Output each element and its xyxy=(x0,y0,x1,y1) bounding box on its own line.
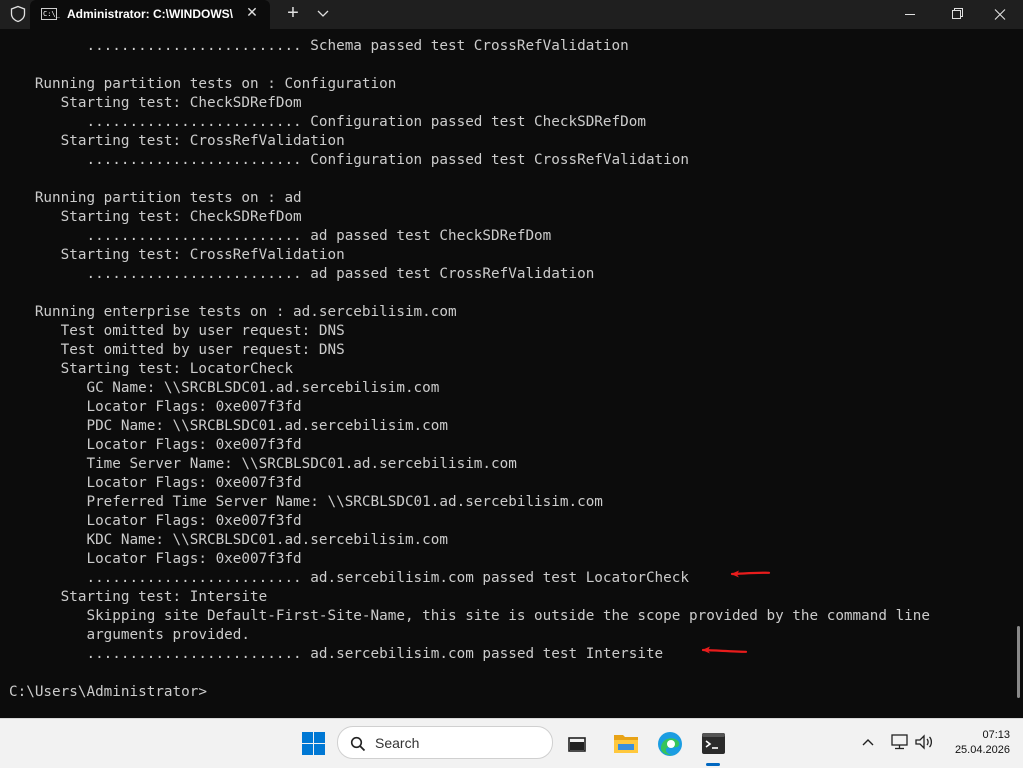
system-clock[interactable]: 07:13 25.04.2026 xyxy=(948,728,1010,758)
console-line: Test omitted by user request: DNS xyxy=(9,342,345,358)
close-window-button[interactable] xyxy=(977,0,1023,29)
console-line: ......................... ad.sercebilisi… xyxy=(9,570,689,586)
console-line: Locator Flags: 0xe007f3fd xyxy=(9,551,302,567)
chevron-down-icon[interactable] xyxy=(315,6,331,20)
close-tab-button[interactable]: ✕ xyxy=(244,4,260,21)
clock-time: 07:13 xyxy=(982,729,1010,741)
console-line: Starting test: CrossRefValidation xyxy=(9,247,345,263)
console-line: Starting test: LocatorCheck xyxy=(9,361,294,377)
taskbar: Search 07:13 25.04.2026 xyxy=(0,718,1023,768)
active-app-indicator xyxy=(706,763,720,766)
tab-title: Administrator: C:\WINDOWS\ xyxy=(67,7,233,21)
console-output[interactable]: ......................... Schema passed … xyxy=(0,29,1016,718)
console-line: arguments provided. xyxy=(9,627,251,643)
console-line: GC Name: \\SRCBLSDC01.ad.sercebilisim.co… xyxy=(9,380,440,396)
minimize-button[interactable] xyxy=(887,0,933,29)
task-view-icon[interactable] xyxy=(567,733,591,755)
volume-icon[interactable] xyxy=(914,733,934,751)
new-tab-button[interactable]: + xyxy=(285,2,301,25)
maximize-button[interactable] xyxy=(933,0,979,29)
console-line: ......................... Configuration … xyxy=(9,114,646,130)
console-line: Starting test: CheckSDRefDom xyxy=(9,95,302,111)
scrollbar[interactable] xyxy=(1017,626,1020,698)
title-bar: C:\_ Administrator: C:\WINDOWS\ ✕ + xyxy=(0,0,1023,29)
console-line: Locator Flags: 0xe007f3fd xyxy=(9,475,302,491)
console-line: Starting test: CrossRefValidation xyxy=(9,133,345,149)
console-line: Locator Flags: 0xe007f3fd xyxy=(9,513,302,529)
console-line: Locator Flags: 0xe007f3fd xyxy=(9,437,302,453)
console-line: Time Server Name: \\SRCBLSDC01.ad.serceb… xyxy=(9,456,517,472)
shield-icon[interactable] xyxy=(9,5,27,23)
console-line: KDC Name: \\SRCBLSDC01.ad.sercebilisim.c… xyxy=(9,532,448,548)
console-line: Preferred Time Server Name: \\SRCBLSDC01… xyxy=(9,494,603,510)
terminal-app-icon[interactable] xyxy=(701,732,726,755)
console-line: Running partition tests on : Configurati… xyxy=(9,76,397,92)
console-line: Test omitted by user request: DNS xyxy=(9,323,345,339)
console-line: Starting test: CheckSDRefDom xyxy=(9,209,302,225)
tab-administrator[interactable]: C:\_ Administrator: C:\WINDOWS\ ✕ xyxy=(30,0,270,29)
console-line: ......................... Schema passed … xyxy=(9,38,629,54)
console-line: Running enterprise tests on : ad.sercebi… xyxy=(9,304,457,320)
console-line: Starting test: Intersite xyxy=(9,589,268,605)
console-line: Running partition tests on : ad xyxy=(9,190,302,206)
console-line: Locator Flags: 0xe007f3fd xyxy=(9,399,302,415)
console-line: ......................... ad.sercebilisi… xyxy=(9,646,664,662)
network-icon[interactable] xyxy=(890,733,910,751)
clock-date: 25.04.2026 xyxy=(954,744,1010,756)
red-arrow-annotation-locatorcheck xyxy=(730,570,771,578)
search-placeholder: Search xyxy=(375,735,420,751)
search-icon xyxy=(350,736,366,752)
search-input[interactable]: Search xyxy=(337,726,553,759)
edge-browser-icon[interactable] xyxy=(657,731,683,757)
console-line: C:\Users\Administrator> xyxy=(9,684,207,700)
windows-start-icon[interactable] xyxy=(301,731,326,756)
terminal-icon: C:\_ xyxy=(41,8,60,20)
console-line: ......................... ad passed test… xyxy=(9,228,552,244)
chevron-up-icon[interactable] xyxy=(861,736,875,748)
file-explorer-icon[interactable] xyxy=(613,731,639,755)
red-arrow-annotation-intersite xyxy=(701,646,748,654)
console-line: PDC Name: \\SRCBLSDC01.ad.sercebilisim.c… xyxy=(9,418,448,434)
console-line: ......................... ad passed test… xyxy=(9,266,595,282)
console-line: Skipping site Default-First-Site-Name, t… xyxy=(9,608,930,624)
console-line: ......................... Configuration … xyxy=(9,152,689,168)
